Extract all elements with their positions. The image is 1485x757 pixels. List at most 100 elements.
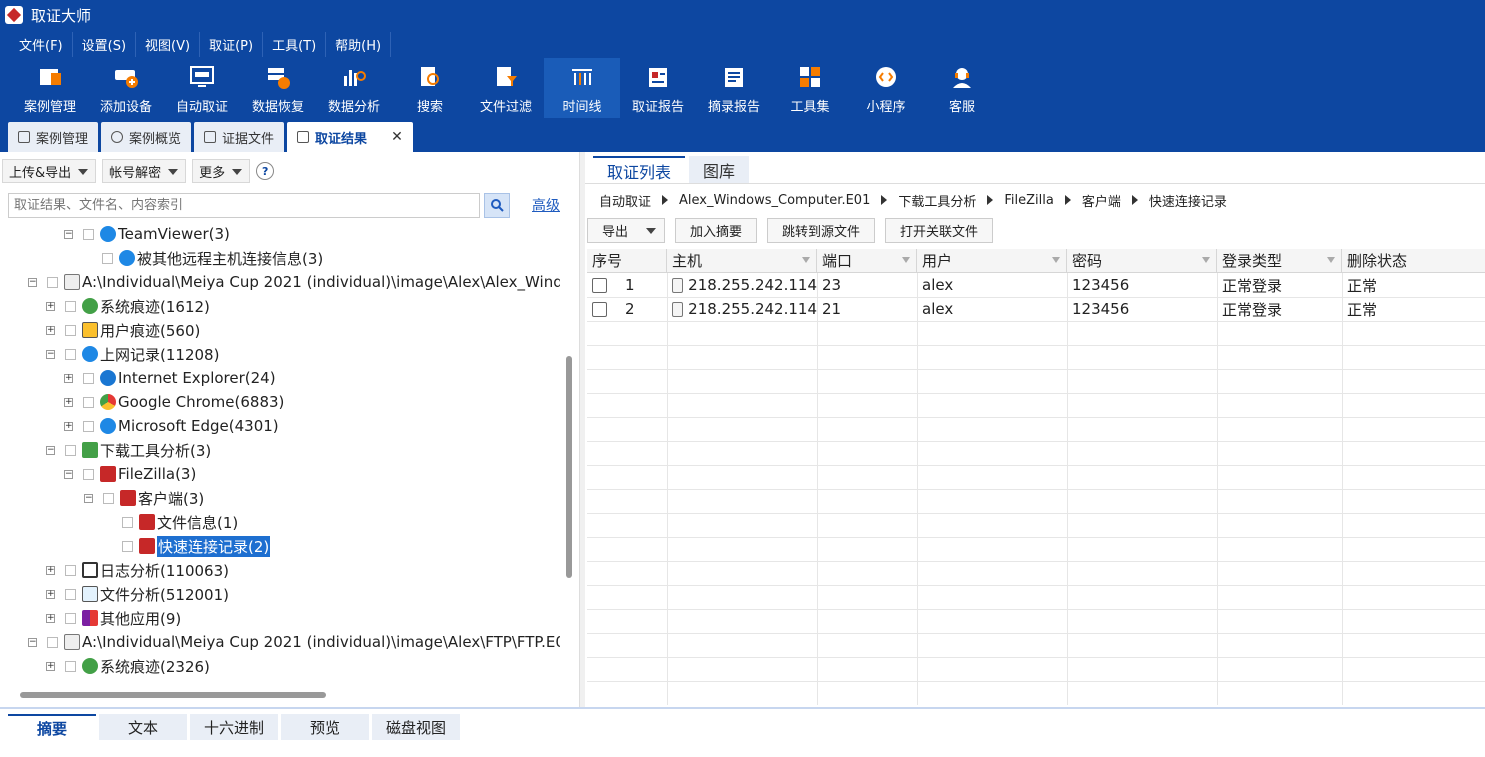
tab-case-overview[interactable]: 案例概览 <box>101 122 192 152</box>
breadcrumb-item[interactable]: Alex_Windows_Computer.E01 <box>679 193 870 208</box>
forensic-report-button[interactable]: 取证报告 <box>620 58 696 118</box>
tree-checkbox[interactable] <box>65 564 76 576</box>
tree-checkbox[interactable] <box>65 612 76 624</box>
tab-text[interactable]: 文本 <box>99 714 187 740</box>
tree-checkbox[interactable] <box>65 348 76 360</box>
search-input[interactable] <box>8 192 480 218</box>
export-dropdown[interactable]: 导出 <box>587 218 666 243</box>
tree-checkbox[interactable] <box>65 324 76 336</box>
tree-node[interactable]: 被其他远程主机连接信息(3) <box>102 246 323 270</box>
row-checkbox[interactable] <box>592 301 607 317</box>
breadcrumb-item[interactable]: FileZilla <box>1004 193 1053 208</box>
filter-icon[interactable] <box>802 257 810 263</box>
file-filter-button[interactable]: 文件过滤 <box>468 58 544 118</box>
excerpt-report-button[interactable]: 摘录报告 <box>696 58 772 118</box>
menu-view[interactable]: 视图(V) <box>136 31 201 57</box>
timeline-button[interactable]: 时间线 <box>544 58 620 118</box>
search-button[interactable]: 搜索 <box>392 58 468 118</box>
tab-disk-view[interactable]: 磁盘视图 <box>372 714 460 740</box>
tree-checkbox[interactable] <box>83 228 94 240</box>
menu-help[interactable]: 帮助(H) <box>326 31 392 57</box>
filter-icon[interactable] <box>1327 257 1335 263</box>
breadcrumb-item[interactable]: 快速连接记录 <box>1149 191 1227 210</box>
data-analysis-button[interactable]: 数据分析 <box>316 58 392 118</box>
mini-program-button[interactable]: 小程序 <box>848 58 924 118</box>
tree-checkbox[interactable] <box>103 492 114 504</box>
menu-forensics[interactable]: 取证(P) <box>200 31 264 57</box>
tab-hex[interactable]: 十六进制 <box>190 714 278 740</box>
row-checkbox[interactable] <box>592 277 607 293</box>
help-icon[interactable]: ? <box>256 162 275 180</box>
tab-gallery[interactable]: 图库 <box>689 156 750 184</box>
tree-horizontal-scrollbar[interactable] <box>20 692 326 698</box>
tree-checkbox[interactable] <box>102 252 113 264</box>
tree-checkbox[interactable] <box>83 372 94 384</box>
auto-forensics-button[interactable]: 自动取证 <box>164 58 240 118</box>
breadcrumb-item[interactable]: 客户端 <box>1082 191 1121 210</box>
tree-node[interactable]: + Internet Explorer(24) <box>64 366 276 390</box>
account-decrypt-dropdown[interactable]: 帐号解密 <box>102 159 187 183</box>
tree-checkbox[interactable] <box>83 420 94 432</box>
tree-node[interactable]: − 客户端(3) <box>84 486 204 510</box>
tree-checkbox[interactable] <box>83 396 94 408</box>
breadcrumb-item[interactable]: 下载工具分析 <box>898 191 976 210</box>
tree-checkbox[interactable] <box>65 588 76 600</box>
customer-service-button[interactable]: 客服 <box>924 58 1000 118</box>
tab-case-management[interactable]: 案例管理 <box>8 122 99 152</box>
tree-node[interactable]: + Google Chrome(6883) <box>64 390 284 414</box>
tree-vertical-scrollbar[interactable] <box>566 356 572 578</box>
tab-evidence-list[interactable]: 取证列表 <box>593 156 686 184</box>
tree-checkbox[interactable] <box>65 444 76 456</box>
tree-node-selected[interactable]: 快速连接记录(2) <box>122 534 271 558</box>
breadcrumb-item[interactable]: 自动取证 <box>599 191 651 210</box>
search-button[interactable] <box>484 192 510 218</box>
tree-node[interactable]: − 上网记录(11208) <box>46 342 219 366</box>
case-management-button[interactable]: 案例管理 <box>12 58 88 118</box>
upload-export-dropdown[interactable]: 上传&导出 <box>2 159 97 183</box>
filter-icon[interactable] <box>1202 257 1210 263</box>
tab-evidence-files[interactable]: 证据文件 <box>194 122 285 152</box>
menu-file[interactable]: 文件(F) <box>10 31 73 57</box>
tree-checkbox[interactable] <box>122 516 133 528</box>
tree-checkbox[interactable] <box>47 636 58 648</box>
tree-checkbox[interactable] <box>65 300 76 312</box>
add-to-summary-button[interactable]: 加入摘要 <box>675 218 758 243</box>
filter-icon[interactable] <box>1052 257 1060 263</box>
advanced-search-link[interactable]: 高级 <box>532 195 560 215</box>
column-header[interactable]: 端口 <box>817 249 917 273</box>
tree-node[interactable]: + Microsoft Edge(4301) <box>64 414 279 438</box>
tab-preview[interactable]: 预览 <box>281 714 369 740</box>
add-device-button[interactable]: 添加设备 <box>88 58 164 118</box>
menu-settings[interactable]: 设置(S) <box>73 31 137 57</box>
tree-node[interactable]: + 系统痕迹(1612) <box>46 294 210 318</box>
tree-checkbox[interactable] <box>65 660 76 672</box>
tree-node[interactable]: + 日志分析(110063) <box>46 558 229 582</box>
column-header[interactable]: 序号 <box>587 249 667 273</box>
open-related-file-button[interactable]: 打开关联文件 <box>885 218 994 243</box>
tree-node[interactable]: + 文件分析(512001) <box>46 582 229 606</box>
column-header[interactable]: 删除状态 <box>1342 249 1485 273</box>
tree-node[interactable]: + 系统痕迹(2326) <box>46 654 210 678</box>
tab-summary[interactable]: 摘要 <box>8 714 96 740</box>
tree-node[interactable]: + 用户痕迹(560) <box>46 318 200 342</box>
filter-icon[interactable] <box>902 257 910 263</box>
tree-checkbox[interactable] <box>83 468 94 480</box>
data-recovery-button[interactable]: 数据恢复 <box>240 58 316 118</box>
tree-checkbox[interactable] <box>122 540 133 552</box>
tree-node[interactable]: + 其他应用(9) <box>46 606 181 630</box>
more-dropdown[interactable]: 更多 <box>192 159 251 183</box>
tree-node[interactable]: − A:\Individual\Meiya Cup 2021 (individua… <box>28 270 560 294</box>
tree-node[interactable]: − TeamViewer(3) <box>64 222 230 246</box>
tree-node[interactable]: − 下载工具分析(3) <box>46 438 211 462</box>
tree-checkbox[interactable] <box>47 276 58 288</box>
tree-node[interactable]: − A:\Individual\Meiya Cup 2021 (individua… <box>28 630 560 654</box>
tree-node[interactable]: − FileZilla(3) <box>64 462 196 486</box>
column-header[interactable]: 登录类型 <box>1217 249 1342 273</box>
column-header[interactable]: 主机 <box>667 249 817 273</box>
tree-node[interactable]: 文件信息(1) <box>122 510 238 534</box>
column-header[interactable]: 密码 <box>1067 249 1217 273</box>
column-header[interactable]: 用户 <box>917 249 1067 273</box>
menu-tools[interactable]: 工具(T) <box>263 31 327 57</box>
toolset-button[interactable]: 工具集 <box>772 58 848 118</box>
tab-forensic-results[interactable]: 取证结果 ✕ <box>287 122 413 152</box>
